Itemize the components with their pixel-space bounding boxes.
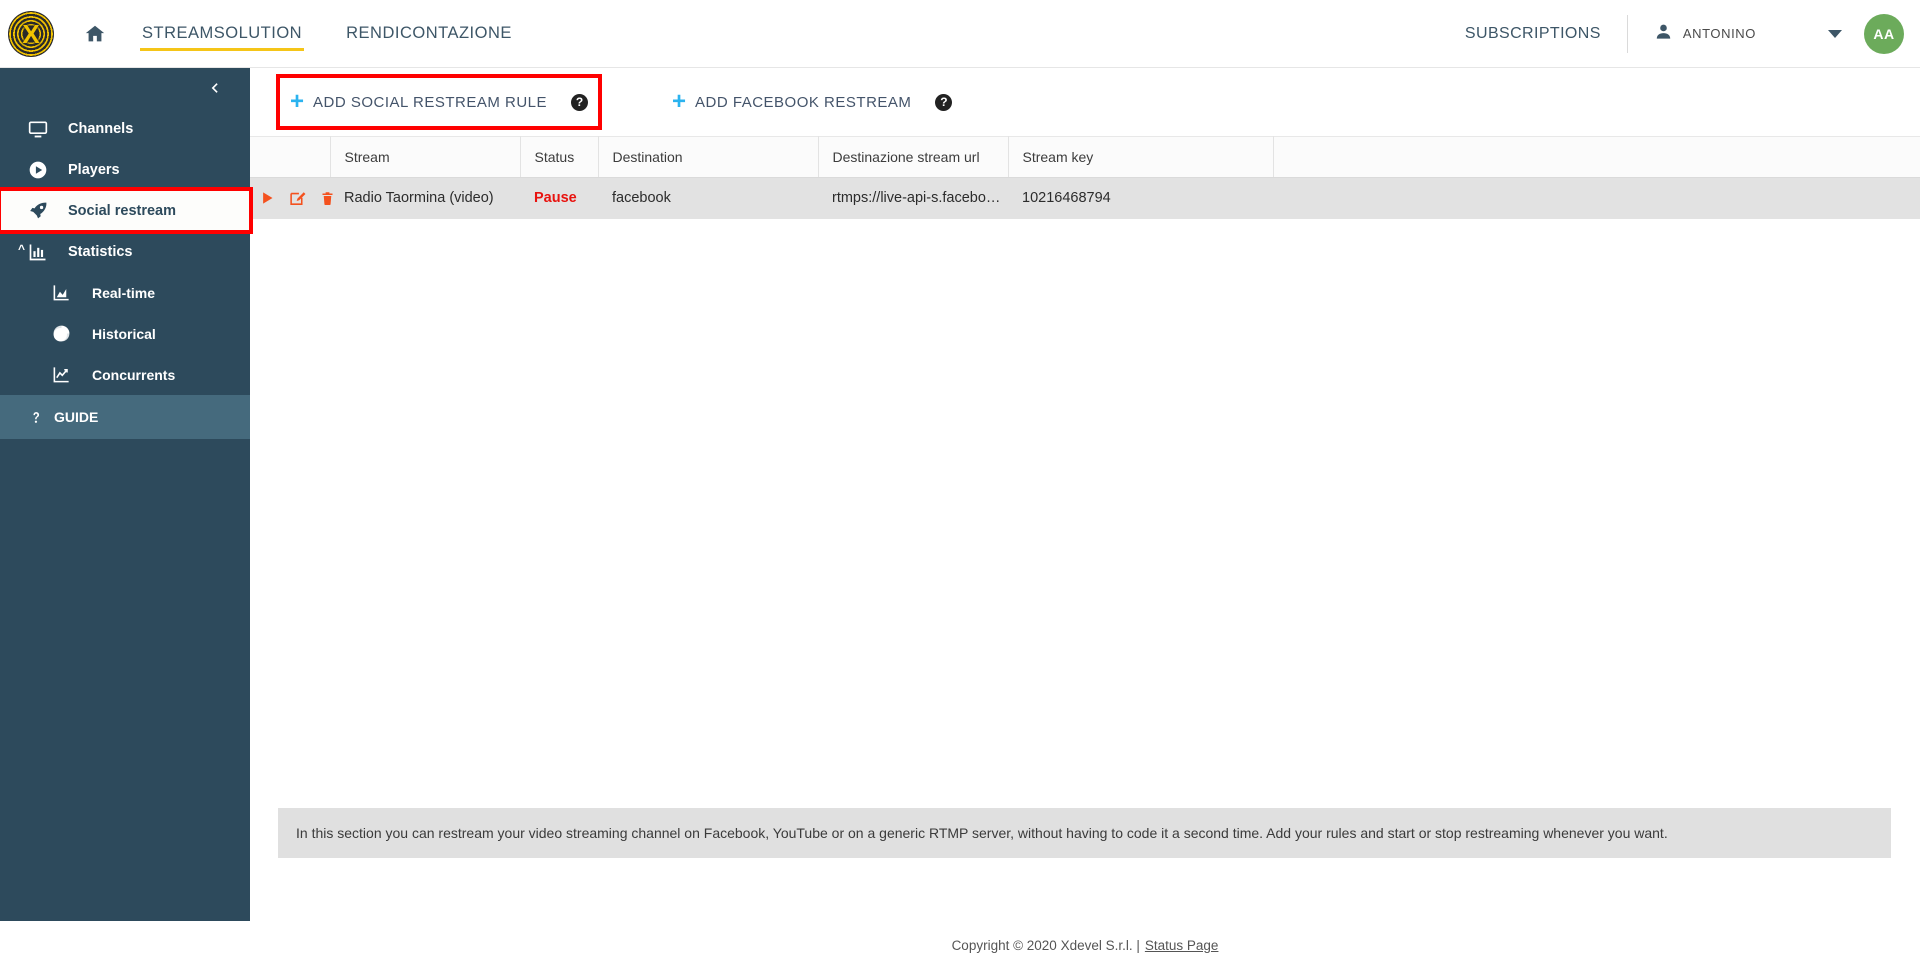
sidebar-item-channels[interactable]: Channels: [0, 108, 250, 149]
tab-streamsolution[interactable]: STREAMSOLUTION: [140, 0, 305, 68]
line-chart-icon: [52, 365, 78, 384]
home-icon[interactable]: [84, 23, 106, 45]
footer: Copyright © 2020 Xdevel S.r.l. | Status …: [250, 921, 1920, 969]
cell-destination: facebook: [598, 177, 818, 219]
sidebar-item-guide-label: GUIDE: [54, 409, 99, 425]
main-content: + ADD SOCIAL RESTREAM RULE ? + ADD FACEB…: [250, 68, 1920, 921]
sidebar: Channels Players Social restream ^ Stati…: [0, 68, 253, 921]
add-social-restream-rule-button[interactable]: + ADD SOCIAL RESTREAM RULE ?: [275, 74, 603, 130]
cell-stream-key: 10216468794: [1008, 177, 1273, 219]
row-actions-cell: [250, 177, 333, 219]
status-page-link[interactable]: Status Page: [1145, 938, 1219, 953]
pie-chart-icon: [52, 324, 78, 343]
status-badge: Pause: [520, 177, 598, 219]
sidebar-item-concurrents[interactable]: Concurrents: [0, 354, 250, 395]
sidebar-item-historical-label: Historical: [92, 325, 156, 342]
sidebar-item-historical[interactable]: Historical: [0, 313, 250, 354]
column-header-extra: [1273, 136, 1920, 178]
sidebar-item-players[interactable]: Players: [0, 149, 250, 190]
help-circle-icon[interactable]: ?: [935, 93, 953, 111]
play-circle-icon: [28, 160, 54, 180]
rocket-icon: [28, 200, 54, 221]
footer-copyright: Copyright © 2020 Xdevel S.r.l. |: [951, 937, 1140, 953]
sidebar-item-statistics-label: Statistics: [68, 243, 133, 260]
person-icon: [1654, 22, 1673, 46]
sidebar-item-social-restream[interactable]: Social restream: [0, 187, 253, 234]
sidebar-item-channels-label: Channels: [68, 120, 134, 137]
top-header: X STREAMSOLUTION RENDICONTAZIONE SUBSCRI…: [0, 0, 1920, 68]
area-chart-icon: [52, 283, 78, 302]
content-toolbar: + ADD SOCIAL RESTREAM RULE ? + ADD FACEB…: [250, 68, 1920, 136]
sidebar-item-guide[interactable]: GUIDE: [0, 395, 250, 439]
cell-extra: [1273, 177, 1920, 219]
info-panel: In this section you can restream your vi…: [278, 808, 1891, 858]
add-facebook-restream-label: ADD FACEBOOK RESTREAM: [695, 93, 912, 111]
column-header-actions: [250, 136, 331, 178]
sidebar-item-statistics[interactable]: ^ Statistics: [0, 231, 250, 272]
logo-letter: X: [22, 18, 40, 49]
plus-icon: +: [290, 88, 305, 115]
add-social-restream-rule-label: ADD SOCIAL RESTREAM RULE: [313, 93, 548, 111]
info-panel-text: In this section you can restream your vi…: [296, 825, 1668, 841]
table-row[interactable]: Radio Taormina (video) Pause facebook rt…: [250, 177, 1920, 219]
help-circle-icon[interactable]: ?: [571, 93, 589, 111]
column-header-stream-key[interactable]: Stream key: [1008, 136, 1274, 178]
table-header-row: Stream Status Destination Destinazione s…: [250, 136, 1920, 178]
tab-rendicontazione[interactable]: RENDICONTAZIONE: [344, 0, 514, 68]
column-header-destinazione-stream-url[interactable]: Destinazione stream url: [818, 136, 1009, 178]
column-header-stream[interactable]: Stream: [330, 136, 521, 178]
chevron-up-icon[interactable]: ^: [18, 243, 25, 255]
subscriptions-link[interactable]: SUBSCRIPTIONS: [1465, 25, 1601, 43]
xdevel-logo-icon[interactable]: X: [8, 10, 54, 57]
sidebar-item-players-label: Players: [68, 161, 120, 178]
delete-icon[interactable]: [320, 190, 335, 207]
chevron-left-icon[interactable]: [0, 68, 250, 108]
sidebar-item-social-restream-label: Social restream: [68, 202, 177, 219]
chevron-down-icon[interactable]: [1828, 29, 1842, 38]
header-right-group: SUBSCRIPTIONS ANTONINO AA: [1465, 0, 1920, 68]
user-menu[interactable]: ANTONINO: [1654, 22, 1842, 46]
main-nav-tabs: STREAMSOLUTION RENDICONTAZIONE: [140, 0, 554, 68]
tab-streamsolution-label: STREAMSOLUTION: [142, 24, 303, 42]
plus-icon: +: [672, 88, 687, 115]
sidebar-item-concurrents-label: Concurrents: [92, 366, 176, 383]
header-divider: [1626, 14, 1628, 53]
play-icon[interactable]: [260, 190, 275, 206]
user-name-label: ANTONINO: [1682, 26, 1756, 41]
add-facebook-restream-button[interactable]: + ADD FACEBOOK RESTREAM ?: [662, 78, 962, 126]
column-header-status[interactable]: Status: [520, 136, 599, 178]
edit-icon[interactable]: [289, 190, 306, 207]
cell-stream: Radio Taormina (video): [330, 177, 520, 219]
cell-destinazione-stream-url: rtmps://live-api-s.facebo…: [818, 177, 1008, 219]
avatar[interactable]: AA: [1864, 13, 1904, 54]
column-header-destination[interactable]: Destination: [598, 136, 819, 178]
sidebar-item-real-time[interactable]: Real-time: [0, 272, 250, 313]
sidebar-item-real-time-label: Real-time: [92, 284, 156, 301]
restream-rules-table: Stream Status Destination Destinazione s…: [250, 136, 1920, 219]
question-mark-icon: [28, 409, 46, 426]
tab-rendicontazione-label: RENDICONTAZIONE: [346, 24, 512, 42]
bar-chart-icon: [28, 242, 54, 262]
monitor-icon: [28, 119, 54, 139]
